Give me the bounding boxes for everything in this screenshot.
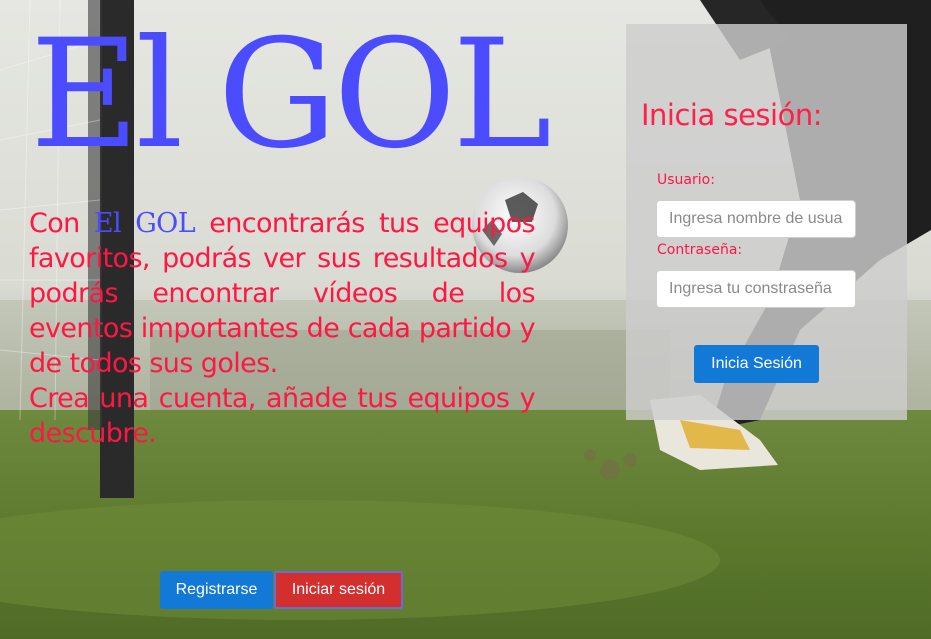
hero-title-el: El	[30, 8, 183, 182]
login-button[interactable]: Iniciar sesión	[274, 571, 403, 609]
username-input[interactable]	[656, 200, 856, 238]
username-label: Usuario:	[657, 172, 715, 188]
hero-title: El GOL	[30, 20, 552, 170]
hero-title-gol: GOL	[217, 8, 551, 182]
password-input[interactable]	[656, 270, 856, 308]
login-submit-button[interactable]: Inicia Sesión	[694, 345, 819, 383]
hero-paragraph-intro: Con El GOL encontrarás tus equipos favor…	[29, 206, 536, 381]
hero-brand-name: El GOL	[93, 208, 196, 239]
password-label: Contraseña:	[657, 242, 743, 258]
login-title: Inicia sesión:	[641, 98, 823, 132]
hero-text-lead: Con	[29, 208, 94, 239]
login-panel: Inicia sesión: Usuario: Contraseña: Inic…	[626, 24, 907, 420]
hero-description: Con El GOL encontrarás tus equipos favor…	[29, 206, 536, 451]
hero-paragraph-cta: Crea una cuenta, añade tus equipos y des…	[29, 383, 536, 449]
register-button[interactable]: Registrarse	[160, 571, 273, 609]
